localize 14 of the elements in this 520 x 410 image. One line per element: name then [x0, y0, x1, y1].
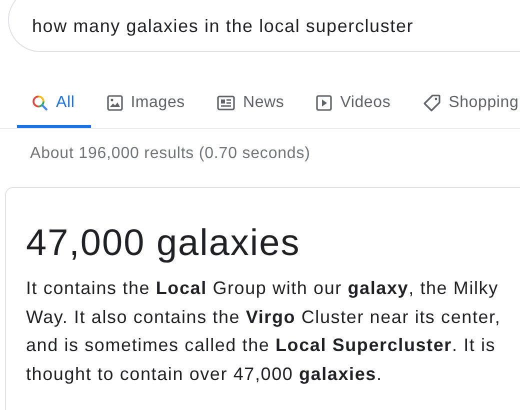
tab[interactable]: All	[17, 84, 91, 128]
image-icon	[106, 95, 123, 111]
newspaper-icon	[216, 95, 235, 111]
tab[interactable]: Shopping	[408, 84, 520, 128]
answer-text: It contains the Local Group with our galaxy, the Milky Way. It also contains the Virgo Cluster near its center, and is sometimes called the Local Supercluster. It is thought to contain over 47,000 galaxies.	[26, 277, 502, 386]
search-icon	[32, 95, 48, 111]
result-count: About 196,000 results (0.70 seconds)	[30, 145, 310, 162]
answer-heading: 47,000 galaxies	[26, 222, 300, 264]
tab[interactable]: Videos	[301, 84, 407, 128]
tag-icon	[422, 94, 441, 112]
search-field[interactable]: how many galaxies in the local supercluster	[8, 0, 520, 52]
tab[interactable]: Images	[92, 84, 201, 128]
play-icon	[316, 95, 332, 111]
tab[interactable]: News	[202, 84, 300, 128]
